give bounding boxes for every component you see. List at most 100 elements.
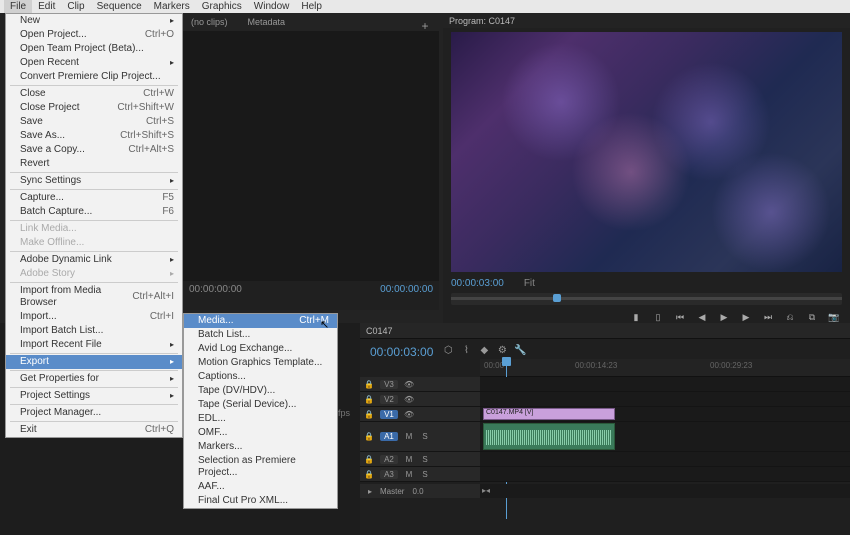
track-eye-icon[interactable]: 👁 [404,410,414,419]
timeline-seq-title[interactable]: C0147 [360,323,850,339]
menu-item-save-a-copy-[interactable]: Save a Copy...Ctrl+Alt+S [6,143,182,157]
track-lane-a1[interactable] [480,422,850,451]
source-tab-noclips[interactable]: (no clips) [187,15,232,29]
track-lock-icon[interactable]: 🔒 [364,470,374,479]
submenu-item-media-[interactable]: Media...Ctrl+M [184,314,337,328]
timeline-ruler[interactable]: 00:00 00:00:14:23 00:00:29:23 [480,359,850,377]
track-header-a3[interactable]: 🔒A3MS [360,467,480,481]
menu-window[interactable]: Window [248,0,296,13]
submenu-item-omf-[interactable]: OMF... [184,426,337,440]
track-lock-icon[interactable]: 🔒 [364,410,374,419]
track-header-master[interactable]: ▸Master0.0 [360,484,480,498]
export-submenu: Media...Ctrl+MBatch List...Avid Log Exch… [183,313,338,509]
program-fit-label[interactable]: Fit [524,278,535,289]
add-marker-icon[interactable]: ◆ [477,345,491,359]
program-playhead-marker[interactable] [553,294,561,302]
menu-item-sync-settings[interactable]: Sync Settings▸ [6,174,182,188]
program-tc-row: 00:00:03:00 Fit [443,276,850,291]
timeline-tracks: 🔒V3👁 🔒V2👁 🔒V1👁C0147.MP4 [V] 🔒A1MS 🔒A2MS … [360,377,850,535]
menu-item-open-recent[interactable]: Open Recent▸ [6,56,182,70]
menu-item-open-team-project-beta-[interactable]: Open Team Project (Beta)... [6,42,182,56]
chevron-right-icon: ▸ [170,268,174,280]
chevron-right-icon: ▸ [170,390,174,402]
chevron-right-icon: ▸ [170,373,174,385]
track-lane-a3[interactable] [480,467,850,481]
track-eye-icon[interactable]: 👁 [404,395,414,404]
track-eye-icon[interactable]: 👁 [404,380,414,389]
track-lock-icon[interactable]: 🔒 [364,455,374,464]
menu-item-revert[interactable]: Revert [6,157,182,171]
source-add-icon[interactable]: + [419,19,431,31]
menu-item-export[interactable]: Export▸ [6,355,182,369]
submenu-item-edl-[interactable]: EDL... [184,412,337,426]
submenu-item-markers-[interactable]: Markers... [184,440,337,454]
menu-item-open-project-[interactable]: Open Project...Ctrl+O [6,28,182,42]
track-header-a1[interactable]: 🔒A1MS [360,422,480,451]
menu-item-exit[interactable]: ExitCtrl+Q [6,423,182,437]
program-scrubber[interactable] [451,293,842,305]
submenu-item-aaf-[interactable]: AAF... [184,480,337,494]
track-header-v3[interactable]: 🔒V3👁 [360,377,480,391]
track-lane-v1[interactable]: C0147.MP4 [V] [480,407,850,421]
source-tab-metadata[interactable]: Metadata [244,15,290,29]
submenu-item-avid-log-exchange-[interactable]: Avid Log Exchange... [184,342,337,356]
menu-markers[interactable]: Markers [148,0,196,13]
menu-item-save-as-[interactable]: Save As...Ctrl+Shift+S [6,129,182,143]
video-clip[interactable]: C0147.MP4 [V] [483,408,615,420]
chevron-right-icon: ▸ [170,356,174,368]
menu-item-close[interactable]: CloseCtrl+W [6,87,182,101]
track-lane-master[interactable]: ▸◂ [480,484,850,498]
submenu-item-tape-dv-hdv-[interactable]: Tape (DV/HDV)... [184,384,337,398]
snap-icon[interactable]: ⬡ [441,345,455,359]
file-menu-dropdown: New▸Open Project...Ctrl+OOpen Team Proje… [5,13,183,438]
program-panel: Program: C0147 00:00:03:00 Fit ▮ ▯ ⏮ ◀ ▶… [443,13,850,323]
timeline-tc[interactable]: 00:00:03:00 [366,343,437,361]
menu-help[interactable]: Help [295,0,328,13]
program-tc: 00:00:03:00 [451,278,504,289]
track-lock-icon[interactable]: 🔒 [364,395,374,404]
source-tc-right: 00:00:00:00 [380,284,433,295]
toggle-track-icon[interactable]: ▸ [368,487,372,496]
chevron-right-icon: ▸ [170,15,174,27]
source-tab-bar: (no clips) Metadata [183,13,439,31]
menu-item-adobe-dynamic-link[interactable]: Adobe Dynamic Link▸ [6,253,182,267]
audio-clip[interactable] [483,423,615,450]
submenu-item-batch-list-[interactable]: Batch List... [184,328,337,342]
menu-item-convert-premiere-clip-project-[interactable]: Convert Premiere Clip Project... [6,70,182,84]
menu-item-new[interactable]: New▸ [6,14,182,28]
track-header-a2[interactable]: 🔒A2MS [360,452,480,466]
track-lane-a2[interactable] [480,452,850,466]
track-lane-v3[interactable] [480,377,850,391]
submenu-item-motion-graphics-template-[interactable]: Motion Graphics Template... [184,356,337,370]
menu-item-import-from-media-browser[interactable]: Import from Media BrowserCtrl+Alt+I [6,284,182,310]
linked-selection-icon[interactable]: ⌇ [459,345,473,359]
menu-item-import-[interactable]: Import...Ctrl+I [6,310,182,324]
submenu-item-tape-serial-device-[interactable]: Tape (Serial Device)... [184,398,337,412]
menu-item-project-settings[interactable]: Project Settings▸ [6,389,182,403]
menu-item-import-recent-file[interactable]: Import Recent File▸ [6,338,182,352]
program-monitor [451,32,842,272]
menu-item-save[interactable]: SaveCtrl+S [6,115,182,129]
track-lock-icon[interactable]: 🔒 [364,432,374,441]
track-header-v2[interactable]: 🔒V2👁 [360,392,480,406]
submenu-item-final-cut-pro-xml-[interactable]: Final Cut Pro XML... [184,494,337,508]
menu-item-batch-capture-[interactable]: Batch Capture...F6 [6,205,182,219]
menu-item-close-project[interactable]: Close ProjectCtrl+Shift+W [6,101,182,115]
track-lane-v2[interactable] [480,392,850,406]
wrench-icon[interactable]: 🔧 [513,345,527,359]
menu-clip[interactable]: Clip [61,0,90,13]
menu-item-project-manager-[interactable]: Project Manager... [6,406,182,420]
track-header-v1[interactable]: 🔒V1👁 [360,407,480,421]
chevron-right-icon: ▸ [170,175,174,187]
menu-graphics[interactable]: Graphics [196,0,248,13]
menu-item-import-batch-list-[interactable]: Import Batch List... [6,324,182,338]
menu-file[interactable]: File [4,0,32,13]
menu-item-capture-[interactable]: Capture...F5 [6,191,182,205]
menu-edit[interactable]: Edit [32,0,61,13]
menu-item-get-properties-for[interactable]: Get Properties for▸ [6,372,182,386]
submenu-item-captions-[interactable]: Captions... [184,370,337,384]
menu-sequence[interactable]: Sequence [91,0,148,13]
collapse-icon[interactable]: ▸◂ [482,486,490,495]
submenu-item-selection-as-premiere-project-[interactable]: Selection as Premiere Project... [184,454,337,480]
track-lock-icon[interactable]: 🔒 [364,380,374,389]
